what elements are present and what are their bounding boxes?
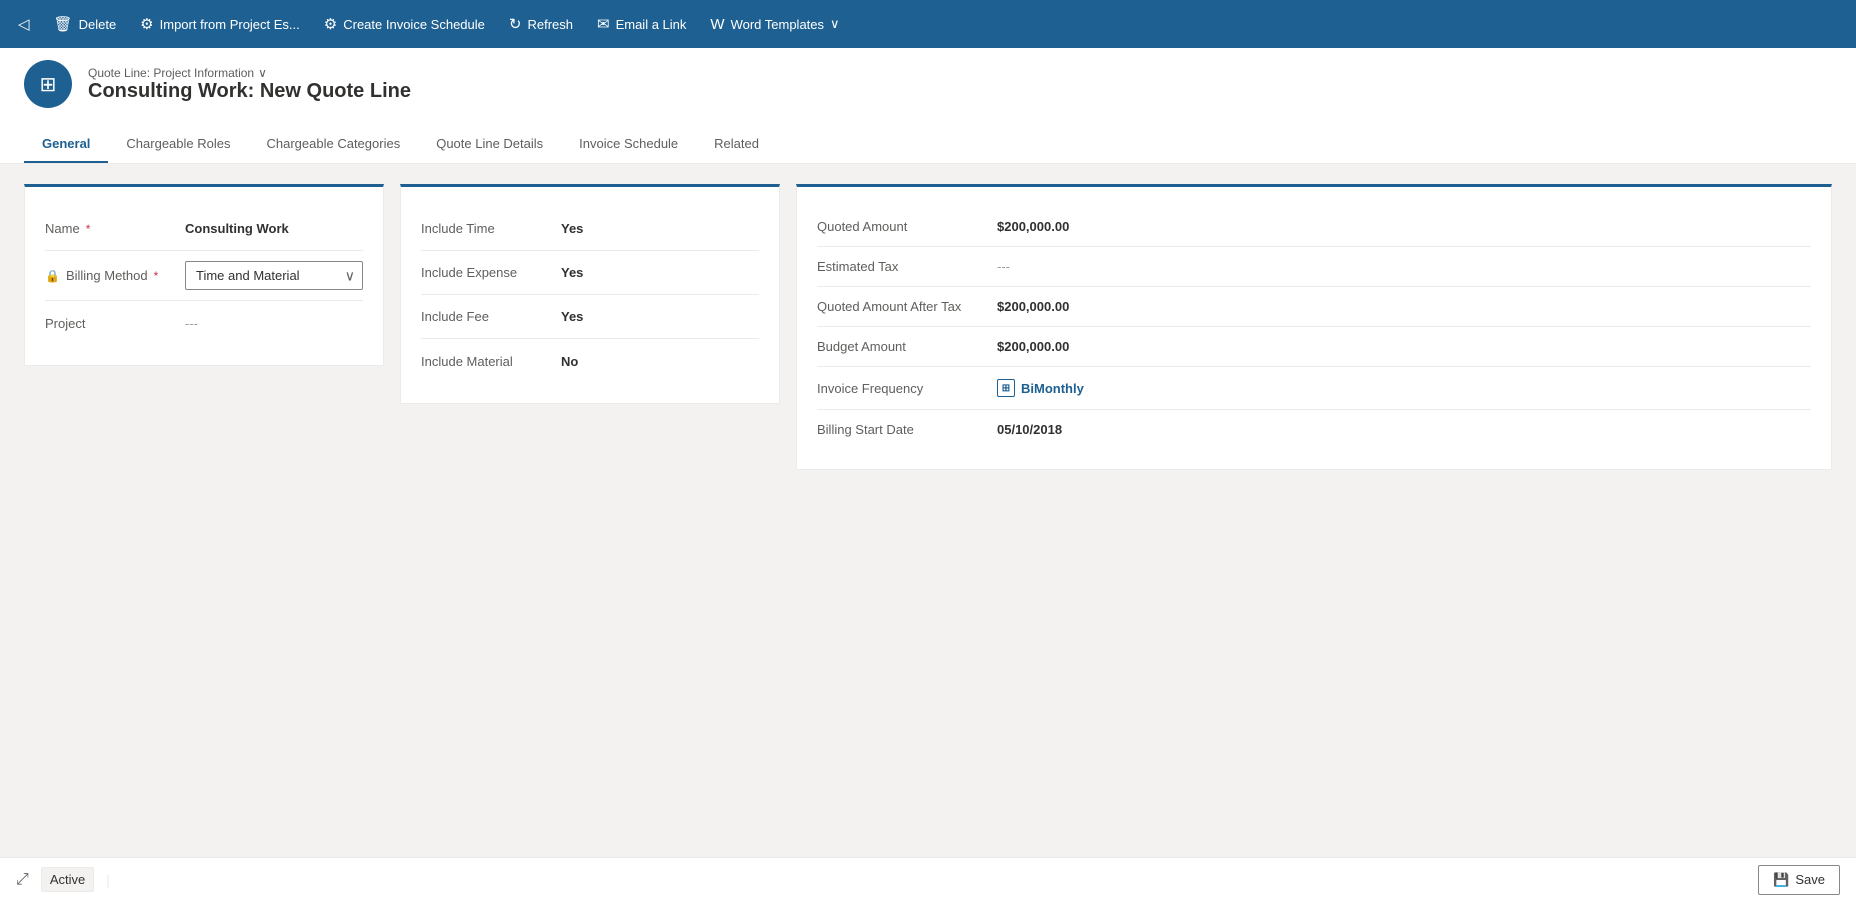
word-templates-button[interactable]: W Word Templates ∨: [700, 10, 849, 39]
import-icon: ⚙: [140, 15, 153, 33]
include-expense-label: Include Expense: [421, 265, 561, 280]
footer: ⤢ Active | 💾 Save: [0, 857, 1856, 901]
estimated-tax-row: Estimated Tax ---: [817, 247, 1811, 287]
tab-related[interactable]: Related: [696, 126, 777, 163]
save-icon: 💾: [1773, 872, 1789, 888]
main-content: Name * Consulting Work 🔒 Billing Method …: [0, 164, 1856, 490]
include-expense-row: Include Expense Yes: [421, 251, 759, 295]
billing-start-date-value: 05/10/2018: [997, 422, 1811, 437]
name-field-row: Name * Consulting Work: [45, 207, 363, 251]
budget-amount-row: Budget Amount $200,000.00: [817, 327, 1811, 367]
include-time-row: Include Time Yes: [421, 207, 759, 251]
include-material-label: Include Material: [421, 354, 561, 369]
project-label: Project: [45, 316, 185, 331]
budget-amount-value: $200,000.00: [997, 339, 1811, 354]
include-fee-label: Include Fee: [421, 309, 561, 324]
email-link-button[interactable]: ✉ Email a Link: [587, 9, 696, 39]
import-button[interactable]: ⚙ Import from Project Es...: [130, 9, 310, 39]
include-time-label: Include Time: [421, 221, 561, 236]
name-label: Name *: [45, 221, 185, 236]
billing-start-date-label: Billing Start Date: [817, 422, 997, 437]
frequency-icon: ⊞: [997, 379, 1015, 397]
quoted-amount-after-tax-label: Quoted Amount After Tax: [817, 299, 997, 314]
tabs: General Chargeable Roles Chargeable Cate…: [24, 126, 1832, 163]
name-value: Consulting Work: [185, 221, 363, 236]
quoted-amount-after-tax-value: $200,000.00: [997, 299, 1811, 314]
billing-start-date-row: Billing Start Date 05/10/2018: [817, 410, 1811, 449]
left-card: Name * Consulting Work 🔒 Billing Method …: [24, 184, 384, 366]
breadcrumb-chevron: ∨: [258, 66, 267, 80]
expand-icon[interactable]: ⤢: [16, 871, 29, 889]
include-time-value: Yes: [561, 221, 759, 236]
breadcrumb[interactable]: Quote Line: Project Information ∨: [88, 66, 411, 80]
email-icon: ✉: [597, 15, 610, 33]
include-material-value: No: [561, 354, 759, 369]
billing-method-label: 🔒 Billing Method *: [45, 268, 185, 283]
quoted-amount-label: Quoted Amount: [817, 219, 997, 234]
billing-method-select-wrapper[interactable]: Time and Material Fixed Price ∨: [185, 261, 363, 290]
include-fee-value: Yes: [561, 309, 759, 324]
entity-icon: ⊞: [24, 60, 72, 108]
include-fee-row: Include Fee Yes: [421, 295, 759, 339]
create-invoice-icon: ⚙: [324, 15, 337, 33]
name-required-indicator: *: [86, 222, 91, 236]
quoted-amount-after-tax-row: Quoted Amount After Tax $200,000.00: [817, 287, 1811, 327]
save-button[interactable]: 💾 Save: [1758, 865, 1840, 895]
billing-method-required-indicator: *: [154, 269, 159, 283]
quoted-amount-value: $200,000.00: [997, 219, 1811, 234]
refresh-icon: ↻: [509, 15, 522, 33]
create-invoice-button[interactable]: ⚙ Create Invoice Schedule: [314, 9, 495, 39]
quoted-amount-row: Quoted Amount $200,000.00: [817, 207, 1811, 247]
tab-chargeable-categories[interactable]: Chargeable Categories: [249, 126, 419, 163]
footer-left: ⤢ Active |: [16, 867, 110, 892]
back-icon: ◁: [18, 15, 30, 33]
status-badge: Active: [41, 867, 94, 892]
include-material-row: Include Material No: [421, 339, 759, 383]
header-area: ⊞ Quote Line: Project Information ∨ Cons…: [0, 48, 1856, 164]
chevron-down-icon: ∨: [830, 16, 840, 32]
word-icon: W: [710, 16, 724, 33]
tab-quote-line-details[interactable]: Quote Line Details: [418, 126, 561, 163]
refresh-button[interactable]: ↻ Refresh: [499, 9, 583, 39]
toolbar: ◁ 🗑 Delete ⚙ Import from Project Es... ⚙…: [0, 0, 1856, 48]
include-expense-value: Yes: [561, 265, 759, 280]
billing-method-select[interactable]: Time and Material Fixed Price: [185, 261, 363, 290]
tab-chargeable-roles[interactable]: Chargeable Roles: [108, 126, 248, 163]
invoice-frequency-value[interactable]: ⊞ BiMonthly: [997, 379, 1811, 397]
invoice-frequency-row: Invoice Frequency ⊞ BiMonthly: [817, 367, 1811, 410]
estimated-tax-label: Estimated Tax: [817, 259, 997, 274]
lock-icon: 🔒: [45, 269, 60, 283]
delete-icon: 🗑: [54, 15, 73, 33]
page-title: Consulting Work: New Quote Line: [88, 80, 411, 103]
back-button[interactable]: ◁: [8, 9, 40, 39]
project-value: ---: [185, 316, 363, 331]
estimated-tax-value: ---: [997, 259, 1811, 274]
header-text: Quote Line: Project Information ∨ Consul…: [88, 66, 411, 103]
middle-card: Include Time Yes Include Expense Yes Inc…: [400, 184, 780, 404]
tab-general[interactable]: General: [24, 126, 108, 163]
project-field-row: Project ---: [45, 301, 363, 345]
right-card: Quoted Amount $200,000.00 Estimated Tax …: [796, 184, 1832, 470]
tab-invoice-schedule[interactable]: Invoice Schedule: [561, 126, 696, 163]
delete-button[interactable]: 🗑 Delete: [44, 9, 127, 39]
billing-method-field-row: 🔒 Billing Method * Time and Material Fix…: [45, 251, 363, 301]
budget-amount-label: Budget Amount: [817, 339, 997, 354]
invoice-frequency-label: Invoice Frequency: [817, 381, 997, 396]
